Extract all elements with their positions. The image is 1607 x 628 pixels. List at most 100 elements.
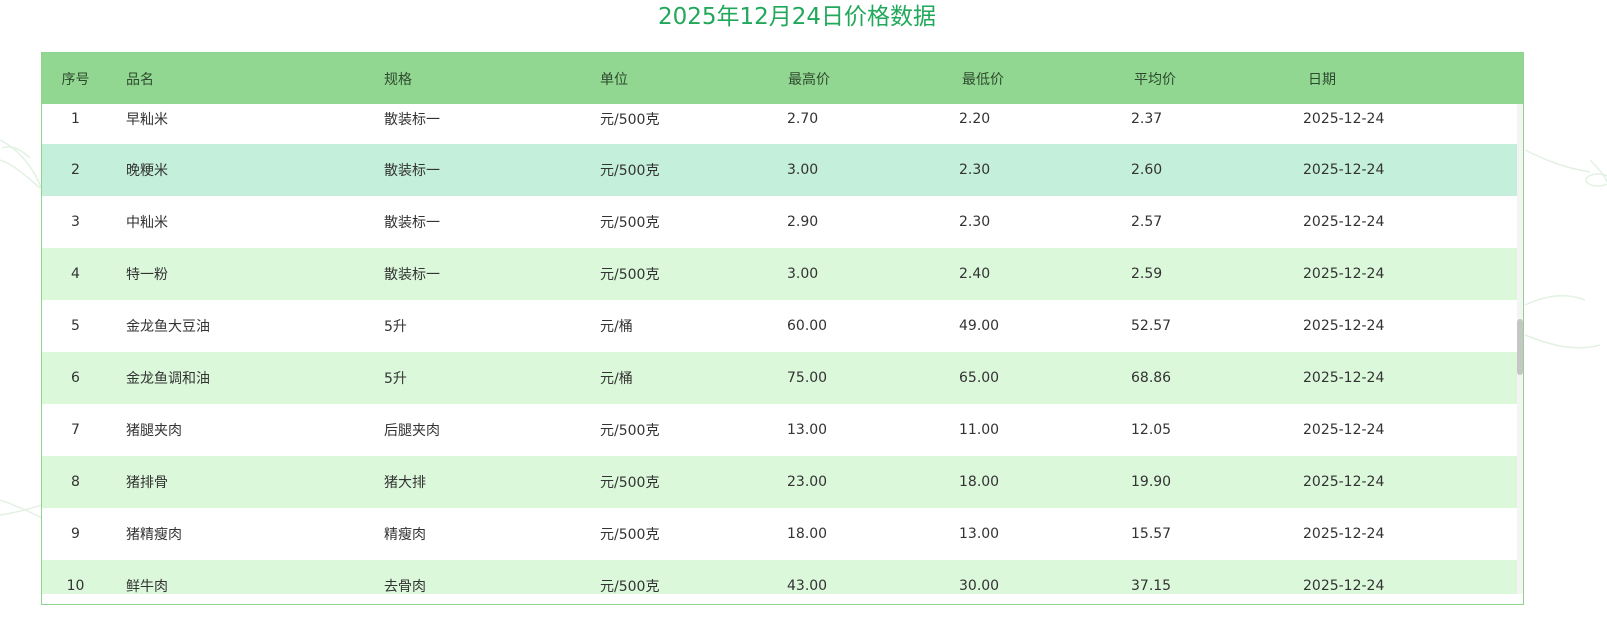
cell-name: 猪排骨 [126, 475, 168, 491]
column-header-avg-price: 平均价 [1134, 71, 1176, 88]
scrollbar-thumb[interactable] [1517, 319, 1523, 375]
cell-min-price: 2.30 [959, 162, 991, 178]
cell-max-price: 3.00 [787, 266, 819, 282]
cell-name: 金龙鱼调和油 [126, 371, 210, 387]
cell-no: 3 [71, 214, 80, 230]
cell-unit: 元/桶 [600, 371, 633, 387]
cell-no: 7 [71, 422, 80, 438]
table-body[interactable]: 1 早籼米 散装标一 元/500克 2.70 2.20 2.37 2025-12… [42, 104, 1517, 594]
cell-date: 2025-12-24 [1303, 474, 1385, 490]
table-row-highlighted: 2 晚粳米 散装标一 元/500克 3.00 2.30 2.60 2025-12… [42, 144, 1517, 196]
cell-avg-price: 12.05 [1131, 422, 1172, 438]
cell-max-price: 2.70 [787, 111, 819, 127]
column-header-name: 品名 [126, 71, 154, 88]
cell-date: 2025-12-24 [1303, 526, 1385, 542]
table-row: 4 特一粉 散装标一 元/500克 3.00 2.40 2.59 2025-12… [42, 248, 1517, 300]
table-scrollbar[interactable] [1517, 104, 1523, 594]
cell-spec: 猪大排 [384, 475, 426, 491]
cell-unit: 元/500克 [600, 579, 660, 594]
cell-spec: 散装标一 [384, 267, 440, 283]
cell-spec: 5升 [384, 371, 407, 387]
cell-min-price: 65.00 [959, 370, 1000, 386]
cell-avg-price: 15.57 [1131, 526, 1172, 542]
cell-avg-price: 2.59 [1131, 266, 1163, 282]
cell-avg-price: 2.37 [1131, 111, 1163, 127]
cell-avg-price: 19.90 [1131, 474, 1172, 490]
cell-avg-price: 37.15 [1131, 578, 1172, 594]
cell-no: 1 [71, 111, 80, 127]
cell-unit: 元/500克 [600, 267, 660, 283]
column-header-spec: 规格 [384, 71, 412, 88]
cell-min-price: 18.00 [959, 474, 1000, 490]
cell-unit: 元/500克 [600, 527, 660, 543]
cell-spec: 散装标一 [384, 215, 440, 231]
page-title: 2025年12月24日价格数据 [657, 4, 937, 30]
cell-min-price: 2.30 [959, 214, 991, 230]
cell-max-price: 60.00 [787, 318, 828, 334]
column-header-unit: 单位 [600, 71, 628, 88]
cell-min-price: 2.40 [959, 266, 991, 282]
cell-avg-price: 52.57 [1131, 318, 1172, 334]
cell-date: 2025-12-24 [1303, 266, 1385, 282]
cell-spec: 精瘦肉 [384, 527, 426, 543]
cell-no: 9 [71, 526, 80, 542]
cell-unit: 元/500克 [600, 215, 660, 231]
cell-spec: 5升 [384, 319, 407, 335]
cell-min-price: 13.00 [959, 526, 1000, 542]
cell-no: 4 [71, 266, 80, 282]
cell-max-price: 13.00 [787, 422, 828, 438]
column-header-date: 日期 [1308, 71, 1336, 88]
cell-min-price: 30.00 [959, 578, 1000, 594]
cell-max-price: 23.00 [787, 474, 828, 490]
cell-spec: 后腿夹肉 [384, 423, 440, 439]
table-row: 10 鲜牛肉 去骨肉 元/500克 43.00 30.00 37.15 2025… [42, 560, 1517, 594]
cell-unit: 元/500克 [600, 112, 660, 128]
cell-avg-price: 68.86 [1131, 370, 1172, 386]
cell-date: 2025-12-24 [1303, 162, 1385, 178]
cell-date: 2025-12-24 [1303, 422, 1385, 438]
column-header-no: 序号 [61, 71, 90, 88]
cell-unit: 元/桶 [600, 319, 633, 335]
cell-max-price: 75.00 [787, 370, 828, 386]
cell-no: 2 [71, 162, 80, 178]
column-header-min-price: 最低价 [962, 71, 1004, 88]
cell-min-price: 49.00 [959, 318, 1000, 334]
cell-no: 10 [66, 578, 85, 594]
cell-avg-price: 2.57 [1131, 214, 1163, 230]
cell-name: 鲜牛肉 [126, 579, 168, 594]
table-row: 1 早籼米 散装标一 元/500克 2.70 2.20 2.37 2025-12… [42, 104, 1517, 145]
cell-name: 猪精瘦肉 [126, 527, 182, 543]
table-row: 5 金龙鱼大豆油 5升 元/桶 60.00 49.00 52.57 2025-1… [42, 300, 1517, 352]
cell-name: 特一粉 [126, 267, 168, 283]
cell-date: 2025-12-24 [1303, 578, 1385, 594]
cell-max-price: 18.00 [787, 526, 828, 542]
cell-date: 2025-12-24 [1303, 111, 1385, 127]
table-header: 序号 品名 规格 单位 最高价 最低价 平均价 日期 [42, 53, 1523, 104]
table-row: 3 中籼米 散装标一 元/500克 2.90 2.30 2.57 2025-12… [42, 196, 1517, 248]
table-row: 9 猪精瘦肉 精瘦肉 元/500克 18.00 13.00 15.57 2025… [42, 508, 1517, 560]
cell-name: 金龙鱼大豆油 [126, 319, 210, 335]
table-row: 7 猪腿夹肉 后腿夹肉 元/500克 13.00 11.00 12.05 202… [42, 404, 1517, 456]
cell-max-price: 3.00 [787, 162, 819, 178]
column-header-max-price: 最高价 [788, 71, 830, 88]
cell-name: 猪腿夹肉 [126, 423, 182, 439]
cell-date: 2025-12-24 [1303, 318, 1385, 334]
cell-date: 2025-12-24 [1303, 214, 1385, 230]
cell-max-price: 43.00 [787, 578, 828, 594]
cell-unit: 元/500克 [600, 475, 660, 491]
cell-avg-price: 2.60 [1131, 162, 1163, 178]
table-row: 8 猪排骨 猪大排 元/500克 23.00 18.00 19.90 2025-… [42, 456, 1517, 508]
cell-no: 5 [71, 318, 80, 334]
cell-name: 中籼米 [126, 215, 168, 231]
cell-no: 8 [71, 474, 80, 490]
cell-min-price: 2.20 [959, 111, 991, 127]
cell-name: 晚粳米 [126, 163, 168, 179]
cell-no: 6 [71, 370, 80, 386]
cell-name: 早籼米 [126, 112, 168, 128]
cell-spec: 去骨肉 [384, 579, 426, 594]
cell-unit: 元/500克 [600, 423, 660, 439]
cell-max-price: 2.90 [787, 214, 819, 230]
table-row: 6 金龙鱼调和油 5升 元/桶 75.00 65.00 68.86 2025-1… [42, 352, 1517, 404]
cell-min-price: 11.00 [959, 422, 1000, 438]
cell-spec: 散装标一 [384, 112, 440, 128]
